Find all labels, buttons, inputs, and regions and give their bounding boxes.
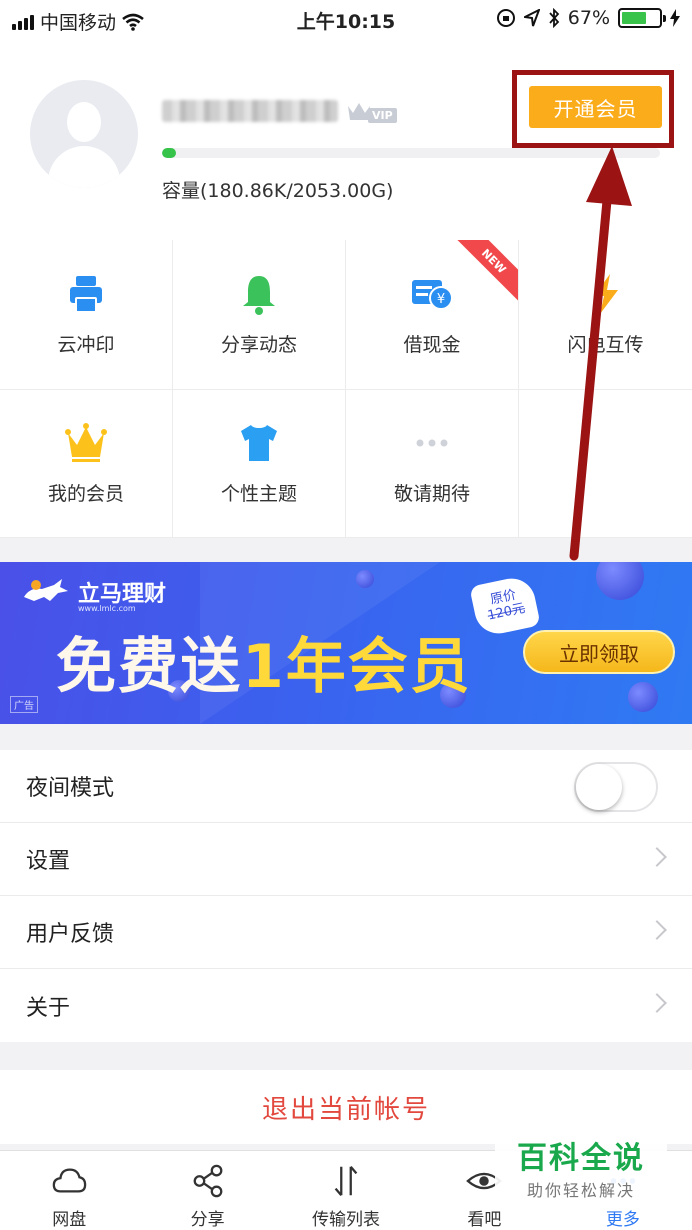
profile-header: VIP 容量(180.86K/2053.00G) 开通会员: [0, 40, 692, 240]
about-row[interactable]: 关于: [0, 969, 692, 1042]
cash-card-icon: ¥: [412, 280, 453, 310]
tab-label: 更多: [605, 1210, 640, 1230]
settings-label: 设置: [26, 849, 71, 874]
tab-netdisk[interactable]: 网盘: [0, 1151, 138, 1230]
svg-text:¥: ¥: [437, 292, 445, 307]
avatar[interactable]: [30, 80, 138, 188]
vip-badge-text: VIP: [368, 108, 397, 123]
status-bar: 中国移动 上午10:15 67%: [0, 0, 692, 40]
settings-row[interactable]: 设置: [0, 823, 692, 896]
tab-label: 网盘: [52, 1210, 87, 1230]
more-dots-icon: [416, 439, 448, 447]
grid-item-label: 分享动态: [220, 334, 297, 356]
rotation-lock-icon: [496, 9, 515, 27]
banner-headline-prefix: 免费送: [56, 632, 242, 702]
watermark-subtitle: 助你轻松解决: [526, 1181, 635, 1200]
ad-label: 广告: [10, 696, 38, 713]
grid-item-label: 借现金: [403, 334, 461, 356]
bluetooth-icon: [549, 8, 560, 28]
battery-fill: [622, 12, 647, 24]
tab-transfer-list[interactable]: 传输列表: [277, 1151, 415, 1230]
share-icon: [193, 1164, 223, 1198]
storage-progress-bar: [162, 148, 660, 158]
horse-logo-icon: [24, 579, 68, 601]
banner-brand: 立马理财 www.lmlc.com: [20, 576, 166, 613]
watermark-title: 百科全说: [517, 1141, 645, 1176]
night-mode-label: 夜间模式: [26, 776, 115, 801]
grid-item-label: 我的会员: [47, 483, 124, 505]
claim-now-button[interactable]: 立即领取: [523, 630, 675, 674]
chevron-right-icon: [647, 993, 667, 1013]
status-right: 67%: [496, 7, 680, 29]
grid-item-my-vip[interactable]: 我的会员: [0, 390, 173, 538]
feature-grid: 云冲印 分享动态 NEW ¥ 借现金 闪电互传 我的会员 个性主题 敬请期待: [0, 240, 692, 538]
tab-label: 传输列表: [312, 1210, 381, 1230]
location-icon: [523, 9, 540, 27]
open-vip-button[interactable]: 开通会员: [529, 86, 662, 128]
battery-percent: 67%: [567, 7, 610, 29]
new-badge: NEW: [450, 240, 518, 305]
charging-icon: [670, 9, 680, 27]
chevron-right-icon: [647, 920, 667, 940]
grid-item-label: 闪电互传: [567, 334, 644, 356]
feedback-row[interactable]: 用户反馈: [0, 896, 692, 969]
night-mode-row: 夜间模式: [0, 750, 692, 823]
original-price-tag: 原价 120元: [469, 574, 541, 638]
feedback-label: 用户反馈: [26, 922, 115, 947]
tshirt-icon: [241, 425, 277, 461]
settings-list: 夜间模式 设置 用户反馈 关于: [0, 750, 692, 1042]
banner-headline-highlight: 1年会员: [242, 632, 472, 702]
storage-progress-fill: [162, 148, 176, 158]
tab-share[interactable]: 分享: [138, 1151, 276, 1230]
transfer-icon: [334, 1166, 358, 1196]
grid-item-cloud-print[interactable]: 云冲印: [0, 240, 173, 390]
app-screen: 中国移动 上午10:15 67% VIP 容量(180.86K/2053.00G…: [0, 0, 692, 1230]
capacity-label: 容量(180.86K/2053.00G): [162, 180, 394, 202]
chevron-right-icon: [647, 847, 667, 867]
watermark-logo: 百科全说 助你轻松解决: [495, 1130, 667, 1204]
grid-item-share-feed[interactable]: 分享动态: [173, 240, 346, 390]
night-mode-toggle[interactable]: [574, 762, 658, 812]
grid-item-label: 敬请期待: [393, 483, 470, 505]
bell-icon: [243, 276, 275, 315]
lightning-icon: [593, 274, 618, 314]
vip-level-badge: VIP: [346, 98, 397, 123]
crown-icon: [65, 423, 107, 462]
username-blurred: [162, 100, 338, 122]
battery-icon: [618, 8, 666, 28]
grid-item-label: 个性主题: [220, 483, 297, 505]
tab-label: 分享: [190, 1210, 225, 1230]
grid-item-themes[interactable]: 个性主题: [173, 390, 346, 538]
tab-label: 看吧: [467, 1210, 502, 1230]
promo-banner[interactable]: 立马理财 www.lmlc.com 免费送1年会员 原价 120元 立即领取 广…: [0, 562, 692, 724]
grid-item-flash-transfer[interactable]: 闪电互传: [519, 240, 692, 390]
banner-headline: 免费送1年会员: [56, 618, 472, 705]
grid-item-borrow-cash[interactable]: NEW ¥ 借现金: [346, 240, 519, 390]
grid-empty-cell: [519, 390, 692, 538]
grid-item-label: 云冲印: [57, 334, 115, 356]
about-label: 关于: [26, 995, 71, 1021]
banner-brand-url: www.lmlc.com: [78, 604, 136, 613]
grid-item-coming-soon: 敬请期待: [346, 390, 519, 538]
cloud-icon: [52, 1168, 87, 1193]
printer-icon: [70, 276, 102, 313]
